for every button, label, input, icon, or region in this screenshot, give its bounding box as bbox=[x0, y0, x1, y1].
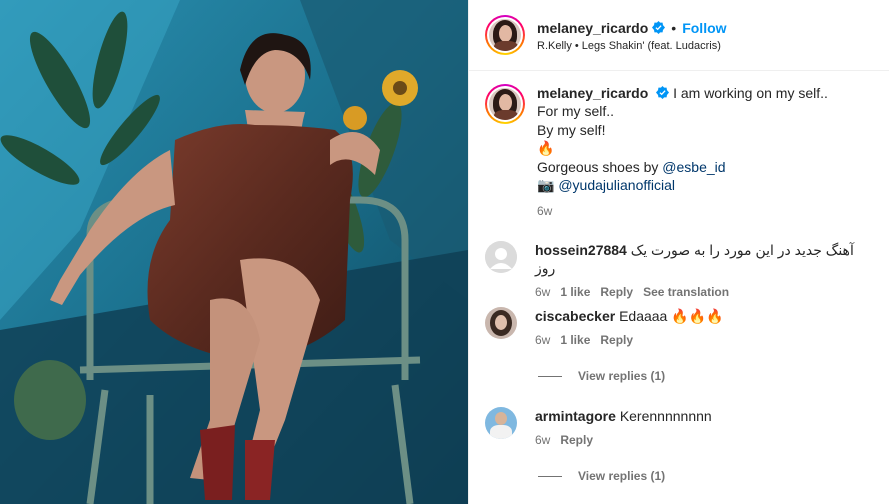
post-header: melaney_ricardo • Follow R.Kelly • Legs … bbox=[469, 0, 889, 71]
follow-button[interactable]: Follow bbox=[682, 20, 726, 36]
comment-username[interactable]: hossein27884 bbox=[535, 242, 627, 258]
caption-line: Gorgeous shoes by bbox=[537, 158, 663, 175]
comment-item: hossein27884 آهنگ جدید در این مورد را به… bbox=[485, 241, 875, 299]
view-replies-button[interactable]: View replies (1) bbox=[538, 369, 665, 383]
comment-item: armintagore Kerennnnnnnn 6w Reply bbox=[485, 407, 875, 447]
separator-dot: • bbox=[671, 19, 677, 36]
mention-link[interactable]: @yudajulianofficial bbox=[558, 177, 675, 193]
reply-button[interactable]: Reply bbox=[600, 333, 633, 347]
view-replies-label: View replies (1) bbox=[578, 369, 666, 383]
default-avatar-icon bbox=[485, 241, 517, 273]
comment-text: Edaaaa 🔥🔥🔥 bbox=[619, 308, 724, 324]
mention-link[interactable]: @esbe_id bbox=[662, 159, 725, 175]
comment-likes[interactable]: 1 like bbox=[560, 333, 590, 347]
song-link[interactable]: R.Kelly • Legs Shakin' (feat. Ludacris) bbox=[537, 40, 727, 52]
view-replies-label: View replies (1) bbox=[578, 469, 666, 483]
reply-button[interactable]: Reply bbox=[600, 285, 633, 299]
comment-time[interactable]: 6w bbox=[535, 333, 550, 347]
commenter-avatar[interactable] bbox=[485, 307, 517, 339]
comment-username[interactable]: ciscabecker bbox=[535, 308, 615, 324]
author-username[interactable]: melaney_ricardo bbox=[537, 20, 648, 36]
commenter-avatar[interactable] bbox=[485, 241, 517, 273]
comment-username[interactable]: armintagore bbox=[535, 408, 616, 424]
caption-line: I am working on my self.. bbox=[673, 85, 828, 101]
caption-author-avatar[interactable] bbox=[485, 84, 525, 124]
post-caption: melaney_ricardo I am working on my self.… bbox=[469, 71, 889, 221]
caption-line: For my self.. bbox=[537, 103, 615, 120]
see-translation-button[interactable]: See translation bbox=[643, 285, 729, 299]
comment-likes[interactable]: 1 like bbox=[560, 285, 590, 299]
caption-line: By my self! bbox=[537, 121, 606, 138]
caption-timestamp[interactable]: 6w bbox=[537, 202, 828, 220]
author-avatar[interactable] bbox=[485, 15, 525, 55]
camera-emoji: 📷 bbox=[537, 177, 555, 194]
comment-time[interactable]: 6w bbox=[535, 433, 550, 447]
replies-divider bbox=[538, 475, 562, 477]
post-side-panel: melaney_ricardo • Follow R.Kelly • Legs … bbox=[468, 0, 889, 504]
caption-username[interactable]: melaney_ricardo bbox=[537, 85, 648, 101]
comment-item: ciscabecker Edaaaa 🔥🔥🔥 6w 1 like Reply bbox=[485, 307, 875, 347]
post-photo[interactable] bbox=[0, 0, 468, 504]
post-image bbox=[0, 0, 468, 504]
comment-time[interactable]: 6w bbox=[535, 285, 550, 299]
verified-badge-icon bbox=[656, 86, 670, 99]
comment-text: Kerennnnnnnn bbox=[619, 408, 712, 424]
reply-button[interactable]: Reply bbox=[560, 433, 593, 447]
fire-emoji: 🔥 bbox=[537, 140, 555, 157]
replies-divider bbox=[538, 375, 562, 377]
verified-badge-icon bbox=[652, 21, 666, 34]
view-replies-button[interactable]: View replies (1) bbox=[538, 469, 665, 483]
commenter-avatar[interactable] bbox=[485, 407, 517, 439]
